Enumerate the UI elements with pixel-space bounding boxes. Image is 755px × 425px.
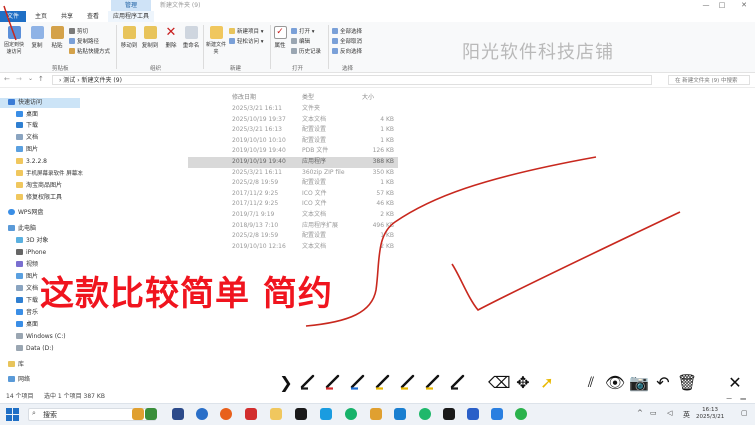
pointer-icon[interactable]: ➚ — [536, 372, 558, 394]
taskbar-app-icon[interactable] — [132, 408, 144, 420]
pen-icon[interactable] — [422, 372, 444, 394]
taskbar-app-icon[interactable] — [491, 408, 503, 420]
taskbar-app-icon[interactable] — [295, 408, 307, 420]
eraser-icon[interactable]: ⌫ — [488, 372, 511, 394]
taskbar-app-icon[interactable] — [196, 408, 208, 420]
taskbar-app-icon[interactable] — [467, 408, 479, 420]
pen-icon[interactable] — [397, 372, 419, 394]
undo-icon[interactable]: ↶ — [652, 372, 674, 394]
taskbar-app-icon[interactable] — [370, 408, 382, 420]
eye-icon[interactable]: 👁 — [604, 372, 626, 394]
windows-start-icon[interactable] — [6, 408, 19, 421]
overlay-caption: 这款比较简单 简约 — [40, 274, 333, 314]
taskbar: 搜索 ⌕ ^ ▭ ◁ 英 16:13 2025/3/21 ▢ — [0, 403, 755, 425]
notification-icon[interactable]: ▢ — [741, 409, 748, 417]
taskbar-app-icon[interactable] — [245, 408, 257, 420]
taskbar-explorer-icon[interactable] — [270, 408, 282, 420]
taskbar-app-icon[interactable] — [419, 408, 431, 420]
pen-stroke-check — [451, 211, 681, 312]
pen-stroke-arrow — [3, 5, 17, 41]
collapse-chevron-icon[interactable]: ❯ — [275, 372, 297, 394]
clock-time: 16:13 — [702, 407, 719, 413]
camera-icon[interactable]: 📷 — [628, 372, 650, 394]
taskbar-firefox-icon[interactable] — [220, 408, 232, 420]
ime-indicator[interactable]: 英 — [683, 410, 690, 420]
pen-icon[interactable] — [297, 372, 319, 394]
annotation-toolbar: ❯ ⌫ ✥ ➚ ⫽ 👁 📷 ↶ 🗑 ✕ — [275, 368, 755, 398]
taskbar-app-icon[interactable] — [394, 408, 406, 420]
taskbar-app-icon[interactable] — [172, 408, 184, 420]
tray-chevron-icon[interactable]: ^ — [637, 409, 643, 417]
pen-icon[interactable] — [347, 372, 369, 394]
taskbar-edge-icon[interactable] — [345, 408, 357, 420]
clock[interactable]: 16:13 2025/3/21 — [696, 407, 724, 421]
move-icon[interactable]: ✥ — [512, 372, 534, 394]
pen-icon[interactable] — [447, 372, 469, 394]
pen-icon[interactable] — [372, 372, 394, 394]
taskbar-app-icon[interactable] — [145, 408, 157, 420]
volume-icon[interactable]: ◁ — [667, 409, 672, 417]
taskbar-app-icon[interactable] — [443, 408, 455, 420]
close-toolbar-icon[interactable]: ✕ — [724, 372, 746, 394]
trash-icon[interactable]: 🗑 — [676, 372, 698, 394]
clock-date: 2025/3/21 — [696, 414, 725, 420]
taskbar-app-icon[interactable] — [320, 408, 332, 420]
taskbar-wechat-icon[interactable] — [515, 408, 527, 420]
lines-icon[interactable]: ⫽ — [580, 372, 602, 394]
pen-annotations — [3, 5, 681, 327]
search-icon: ⌕ — [32, 409, 36, 417]
network-tray-icon[interactable]: ▭ — [650, 409, 657, 417]
pen-icon[interactable] — [322, 372, 344, 394]
pen-stroke-curve — [305, 156, 597, 327]
